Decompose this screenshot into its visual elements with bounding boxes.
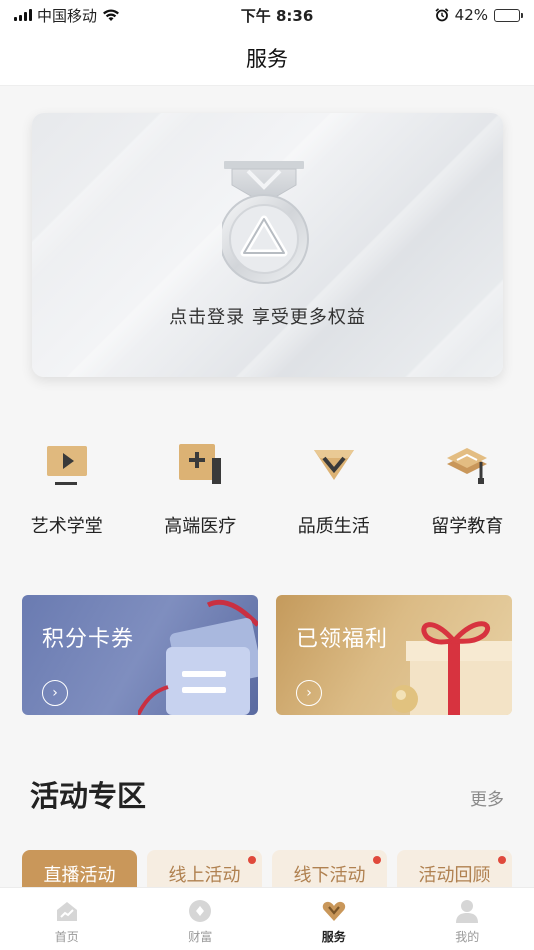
tab-label: 线上活动 — [168, 865, 241, 886]
tab-label: 直播活动 — [43, 865, 116, 886]
promo-title: 已领福利 — [296, 627, 389, 652]
play-screen-icon — [46, 446, 87, 485]
coupon-cards-icon — [138, 599, 258, 715]
battery-icon — [494, 8, 523, 22]
service-label: 留学教育 — [431, 516, 504, 537]
status-bar: 中国移动 下午 8:36 42% — [0, 0, 534, 30]
service-item-medical[interactable]: 高端医疗 — [134, 440, 268, 550]
tab-service[interactable]: 服务 — [267, 888, 401, 950]
page-title: 服务 — [246, 46, 288, 71]
service-label: 高端医疗 — [164, 516, 237, 537]
chevron-right-icon[interactable]: › — [42, 680, 68, 706]
alarm-icon — [435, 8, 449, 22]
notification-dot — [373, 856, 381, 864]
nav-bar: 服务 — [0, 30, 534, 86]
service-item-quality-life[interactable]: 品质生活 — [267, 440, 401, 550]
notification-dot — [498, 856, 506, 864]
tab-home[interactable]: 首页 — [0, 888, 134, 950]
medal-icon — [222, 161, 309, 284]
points-coupons-card[interactable]: 积分卡券 › — [22, 595, 258, 715]
tab-label: 我的 — [455, 930, 480, 944]
section-title: 活动专区 — [30, 779, 147, 813]
notification-dot — [248, 856, 256, 864]
service-item-art-school[interactable]: 艺术学堂 — [0, 440, 134, 550]
service-item-study-abroad[interactable]: 留学教育 — [401, 440, 534, 550]
service-label: 品质生活 — [297, 516, 370, 537]
tab-mine[interactable]: 我的 — [401, 888, 534, 950]
medical-plus-icon — [179, 444, 222, 484]
tab-label: 线下活动 — [293, 865, 366, 886]
carrier-name: 中国移动 — [37, 6, 98, 25]
tab-label: 活动回顾 — [418, 865, 491, 886]
status-time: 下午 8:36 — [240, 6, 314, 25]
gift-box-icon — [392, 621, 512, 715]
wifi-icon — [103, 9, 120, 21]
claimed-benefits-card[interactable]: 已领福利 › — [276, 595, 512, 715]
service-heart-icon — [322, 901, 345, 921]
wealth-coin-icon — [189, 900, 212, 922]
tab-label: 财富 — [188, 930, 213, 944]
tab-label: 首页 — [54, 930, 79, 944]
promo-title: 积分卡券 — [42, 627, 135, 652]
tab-wealth[interactable]: 财富 — [134, 888, 268, 950]
more-link[interactable]: 更多 — [470, 785, 504, 810]
battery-percent: 42% — [454, 6, 488, 24]
service-grid: 艺术学堂 高端医疗 品质生活 留学教育 — [0, 440, 534, 550]
service-label: 艺术学堂 — [30, 516, 103, 537]
graduation-cap-icon — [447, 448, 488, 484]
login-prompt: 点击登录 享受更多权益 — [169, 307, 366, 328]
chevron-right-icon[interactable]: › — [296, 680, 322, 706]
diamond-v-icon — [313, 450, 354, 480]
tab-label: 服务 — [321, 930, 346, 944]
login-card[interactable]: 点击登录 享受更多权益 — [32, 113, 503, 377]
home-chart-icon — [56, 902, 77, 921]
bottom-tab-bar: 首页 财富 服务 我的 — [0, 887, 534, 950]
user-icon — [456, 900, 479, 923]
signal-icon — [14, 9, 32, 21]
